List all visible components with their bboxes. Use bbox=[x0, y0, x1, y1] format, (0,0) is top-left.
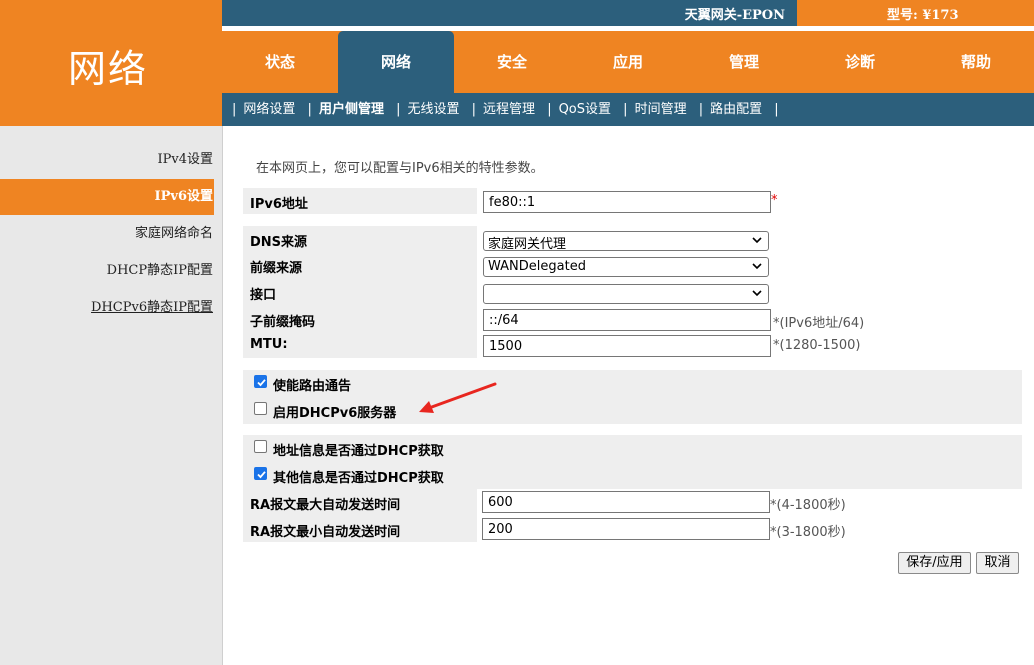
interface-label: 接口 bbox=[250, 288, 277, 303]
sidebar-item-ipv4[interactable]: IPv4设置 bbox=[0, 142, 214, 178]
device-name: 天翼网关-EPON bbox=[684, 8, 785, 23]
ra-min-input[interactable] bbox=[482, 518, 770, 540]
enable-dhcpv6-checkbox[interactable] bbox=[254, 402, 267, 415]
ra-min-row: RA报文最小自动发送时间 bbox=[243, 516, 477, 542]
tab-status[interactable]: 状态 bbox=[222, 31, 338, 93]
subnet-mask-hint: *(IPv6地址/64) bbox=[773, 312, 864, 331]
top-info-bar: 天翼网关-EPON bbox=[222, 0, 797, 26]
save-apply-button[interactable]: 保存/应用 bbox=[898, 552, 971, 574]
sidebar-item-home-network-name[interactable]: 家庭网络命名 bbox=[0, 216, 214, 252]
subnav-time-management[interactable]: 时间管理 bbox=[635, 102, 687, 117]
ra-min-label: RA报文最小自动发送时间 bbox=[250, 525, 401, 540]
subnav-user-side-management[interactable]: 用户侧管理 bbox=[319, 102, 384, 117]
mtu-row: MTU: bbox=[243, 332, 477, 358]
subnav-wireless-settings[interactable]: 无线设置 bbox=[407, 102, 459, 117]
interface-select[interactable] bbox=[483, 284, 769, 304]
logo-area: 网络 bbox=[0, 0, 222, 126]
enable-dhcpv6-label: 启用DHCPv6服务器 bbox=[273, 406, 397, 421]
subnav-separator: | bbox=[774, 102, 779, 117]
tab-diagnostics[interactable]: 诊断 bbox=[802, 31, 918, 93]
mtu-hint: *(1280-1500) bbox=[773, 338, 861, 353]
subnav-route-config[interactable]: 路由配置 bbox=[710, 102, 762, 117]
sidebar: IPv4设置 IPv6设置 家庭网络命名 DHCP静态IP配置 DHCPv6静态… bbox=[0, 126, 222, 665]
mtu-label: MTU: bbox=[250, 337, 288, 352]
ipv6-address-row: IPv6地址 bbox=[243, 188, 477, 214]
sidebar-item-ipv6[interactable]: IPv6设置 bbox=[0, 179, 214, 215]
intro-text: 在本网页上，您可以配置与IPv6相关的特性参数。 bbox=[256, 161, 544, 176]
subnet-mask-row: 子前缀掩码 bbox=[243, 306, 477, 332]
ra-min-hint: *(3-1800秒) bbox=[770, 525, 846, 540]
subnav-separator: | bbox=[698, 102, 704, 117]
subnav-separator: | bbox=[623, 102, 628, 117]
ipv6-address-input[interactable] bbox=[483, 191, 771, 213]
subnet-mask-hint-text: *(IPv6地址/64) bbox=[773, 316, 865, 331]
subnav-separator: | bbox=[547, 102, 552, 117]
ra-max-row: RA报文最大自动发送时间 bbox=[243, 489, 477, 515]
chevron-down-icon bbox=[752, 263, 762, 270]
ra-dhcpv6-group: 使能路由通告 启用DHCPv6服务器 bbox=[243, 370, 1022, 424]
dns-group: DNS来源 前缀来源 接口 子前缀掩码 MTU: bbox=[243, 226, 477, 358]
chevron-down-icon bbox=[752, 290, 762, 297]
red-arrow-annotation bbox=[419, 382, 497, 413]
ipv6-address-label: IPv6地址 bbox=[250, 197, 308, 212]
mtu-input[interactable] bbox=[483, 335, 771, 357]
prefix-source-select[interactable]: WANDelegated bbox=[483, 257, 769, 277]
dns-source-label: DNS来源 bbox=[250, 235, 308, 250]
checkmark-icon bbox=[257, 471, 266, 479]
tab-help[interactable]: 帮助 bbox=[918, 31, 1034, 93]
model-bar: 型号: ¥173 bbox=[797, 0, 1034, 26]
prefix-source-row: 前缀来源 bbox=[243, 252, 477, 278]
subnav-separator: | bbox=[307, 102, 312, 117]
subnav-separator: | bbox=[471, 102, 477, 117]
sidebar-item-dhcp-static-ip[interactable]: DHCP静态IP配置 bbox=[0, 253, 214, 289]
sidebar-item-dhcpv6-static-ip[interactable]: DHCPv6静态IP配置 bbox=[0, 290, 214, 326]
subnav-network-settings[interactable]: 网络设置 bbox=[243, 102, 295, 117]
addr-via-dhcp-label: 地址信息是否通过DHCP获取 bbox=[273, 444, 444, 459]
subnet-mask-label: 子前缀掩码 bbox=[250, 315, 316, 330]
main-nav: 状态 网络 安全 应用 管理 诊断 帮助 bbox=[222, 31, 1034, 93]
ra-times-group: RA报文最大自动发送时间 RA报文最小自动发送时间 bbox=[243, 489, 477, 542]
dns-source-value: 家庭网关代理 bbox=[488, 237, 567, 252]
enable-ra-checkbox[interactable] bbox=[254, 375, 267, 388]
model-label: 型号: ¥173 bbox=[887, 8, 959, 23]
subnav-separator: | bbox=[396, 102, 401, 117]
tab-network[interactable]: 网络 bbox=[338, 31, 454, 93]
subnav-remote-management[interactable]: 远程管理 bbox=[483, 102, 535, 117]
prefix-source-value: WANDelegated bbox=[488, 259, 586, 274]
tab-security[interactable]: 安全 bbox=[454, 31, 570, 93]
ra-max-hint: *(4-1800秒) bbox=[770, 498, 846, 513]
sub-nav: | 网络设置 | 用户侧管理 | 无线设置 | 远程管理 | QoS设置 | 时间管理 | 路… bbox=[222, 93, 1034, 126]
section-title: 网络 bbox=[68, 47, 149, 91]
ra-max-input[interactable] bbox=[482, 491, 770, 513]
required-mark: * bbox=[771, 193, 778, 208]
chevron-down-icon bbox=[752, 237, 762, 244]
subnav-separator: | bbox=[232, 102, 237, 117]
addr-via-dhcp-checkbox[interactable] bbox=[254, 440, 267, 453]
cancel-button[interactable]: 取消 bbox=[976, 552, 1019, 574]
enable-ra-label: 使能路由通告 bbox=[273, 379, 352, 394]
dhcp-info-group: 地址信息是否通过DHCP获取 其他信息是否通过DHCP获取 bbox=[243, 435, 1022, 489]
ra-max-label: RA报文最大自动发送时间 bbox=[250, 498, 401, 513]
dns-source-row: DNS来源 bbox=[243, 226, 477, 252]
tab-application[interactable]: 应用 bbox=[570, 31, 686, 93]
other-via-dhcp-label: 其他信息是否通过DHCP获取 bbox=[273, 471, 444, 486]
checkmark-icon bbox=[257, 379, 266, 387]
interface-row: 接口 bbox=[243, 279, 477, 305]
dns-source-select[interactable]: 家庭网关代理 bbox=[483, 231, 769, 252]
prefix-source-label: 前缀来源 bbox=[250, 261, 303, 276]
other-via-dhcp-checkbox[interactable] bbox=[254, 467, 267, 480]
subnet-mask-input[interactable] bbox=[483, 309, 771, 331]
tab-management[interactable]: 管理 bbox=[686, 31, 802, 93]
subnav-qos-settings[interactable]: QoS设置 bbox=[559, 102, 611, 117]
